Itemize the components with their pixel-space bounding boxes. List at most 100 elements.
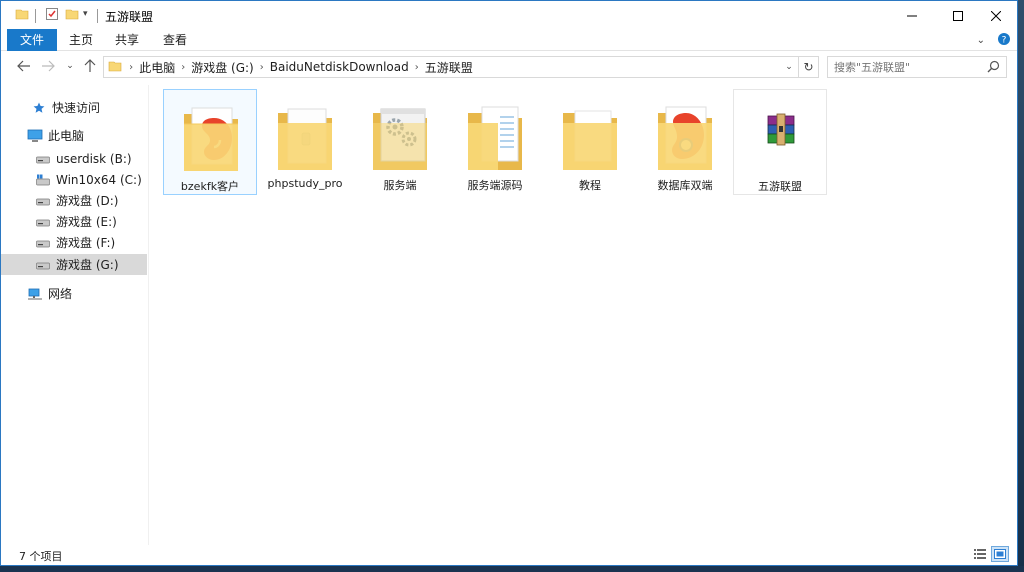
network-icon [27, 286, 43, 302]
properties-icon[interactable] [45, 7, 59, 24]
file-name: 数据库双端 [657, 179, 713, 192]
file-name: bzekfk客户 [180, 180, 240, 193]
nav-quick-access[interactable]: 快速访问 [1, 97, 147, 118]
drive-icon [35, 214, 51, 230]
nav-this-pc[interactable]: 此电脑 [1, 125, 147, 146]
folder-gear-icon [373, 108, 427, 170]
back-button[interactable] [15, 57, 33, 75]
file-item[interactable]: 数据库双端 [638, 89, 732, 195]
forward-arrow-icon [42, 60, 55, 72]
nav-drive-g[interactable]: 游戏盘 (G:) [1, 254, 147, 275]
navigation-pane: 快速访问 此电脑 userdisk (B:) Win10x64 (C:) 游戏盘… [1, 85, 149, 545]
folder-icon [563, 110, 617, 170]
tab-view[interactable]: 查看 [155, 29, 195, 51]
tab-home[interactable]: 主页 [61, 29, 101, 51]
maximize-icon [953, 11, 963, 21]
explorer-window: ▾ 五游联盟 文件 主页 共享 查看 ⌄ ? ⌄ › 此电脑 › 游戏盘 (G:… [0, 0, 1018, 566]
file-name: phpstudy_pro [267, 177, 343, 190]
up-arrow-icon [84, 59, 96, 72]
large-icons-view-icon [994, 549, 1006, 559]
drive-icon [35, 193, 51, 209]
expand-ribbon-icon[interactable]: ⌄ [977, 35, 985, 46]
nav-label: 快速访问 [52, 101, 101, 115]
nav-drive-b[interactable]: userdisk (B:) [1, 148, 147, 169]
address-dropdown-button[interactable]: ⌄ [780, 57, 798, 77]
status-bar: 7 个项目 [1, 543, 1017, 565]
nav-label: 游戏盘 (F:) [56, 236, 116, 250]
file-name: 教程 [579, 179, 601, 192]
up-button[interactable] [81, 57, 99, 75]
file-name: 服务端源码 [467, 179, 523, 192]
nav-label: 游戏盘 (G:) [56, 258, 119, 272]
ribbon-tabs: 文件 主页 共享 查看 ⌄ ? [1, 29, 1017, 51]
close-button[interactable] [973, 1, 1019, 31]
folder-app-icon [184, 107, 238, 171]
back-arrow-icon [17, 60, 30, 72]
refresh-button[interactable]: ↻ [798, 57, 818, 77]
folder-files-icon [468, 106, 522, 170]
svg-text:?: ? [1002, 36, 1007, 46]
file-item[interactable]: 服务端源码 [448, 89, 542, 195]
nav-drive-f[interactable]: 游戏盘 (F:) [1, 232, 147, 253]
nav-network[interactable]: 网络 [1, 283, 147, 304]
folder-app-icon [658, 106, 712, 170]
breadcrumb-baidunetdisk[interactable]: BaiduNetdiskDownload [264, 60, 415, 74]
file-name: 服务端 [383, 179, 417, 192]
search-input[interactable] [828, 60, 978, 74]
file-item[interactable]: 教程 [543, 89, 637, 195]
nav-drive-d[interactable]: 游戏盘 (D:) [1, 190, 147, 211]
folder-icon [15, 7, 29, 24]
file-list: bzekfk客户 phpstudy_pro 服务端 服务端源码 教程 数据库双端… [161, 89, 1011, 539]
star-icon [31, 100, 47, 116]
new-folder-icon[interactable] [65, 7, 79, 24]
search-icon[interactable] [987, 60, 1000, 76]
navigation-bar: ⌄ › 此电脑 › 游戏盘 (G:) › BaiduNetdiskDownloa… [1, 53, 1017, 81]
nav-label: userdisk (B:) [56, 151, 132, 166]
details-view-icon [974, 549, 986, 559]
chevron-right-icon: › [126, 61, 134, 73]
folder-document-icon [278, 108, 332, 170]
nav-label: 游戏盘 (E:) [56, 215, 117, 229]
minimize-icon [907, 15, 917, 17]
breadcrumb-current[interactable]: 五游联盟 [419, 59, 479, 76]
close-icon [991, 11, 1001, 21]
drive-icon [35, 257, 51, 273]
file-item[interactable]: 五游联盟 [733, 89, 827, 195]
desktop-background [1018, 0, 1024, 572]
breadcrumb-drive-g[interactable]: 游戏盘 (G:) [185, 59, 260, 76]
breadcrumb-this-pc[interactable]: 此电脑 [133, 59, 181, 76]
customize-quick-access-icon[interactable]: ▾ [83, 9, 88, 19]
search-box[interactable] [827, 56, 1007, 78]
breadcrumb: › 此电脑 › 游戏盘 (G:) › BaiduNetdiskDownload … [122, 57, 479, 77]
chevron-down-icon: ⌄ [66, 61, 74, 71]
address-bar[interactable]: › 此电脑 › 游戏盘 (G:) › BaiduNetdiskDownload … [103, 56, 819, 78]
file-item[interactable]: bzekfk客户 [163, 89, 257, 195]
nav-label: 游戏盘 (D:) [56, 194, 119, 208]
help-icon[interactable]: ? [997, 32, 1011, 49]
nav-drive-e[interactable]: 游戏盘 (E:) [1, 211, 147, 232]
forward-button[interactable] [39, 57, 57, 75]
title-bar: ▾ 五游联盟 [1, 1, 1017, 31]
tab-file[interactable]: 文件 [7, 29, 57, 51]
minimize-button[interactable] [889, 1, 935, 31]
recent-locations-button[interactable]: ⌄ [61, 57, 79, 75]
item-count: 7 个项目 [19, 550, 63, 563]
nav-label: 此电脑 [48, 129, 85, 143]
computer-icon [27, 128, 43, 144]
nav-drive-c[interactable]: Win10x64 (C:) [1, 169, 147, 190]
tab-share[interactable]: 共享 [107, 29, 147, 51]
folder-icon [108, 59, 122, 76]
file-name: 五游联盟 [758, 180, 802, 193]
large-icons-view-button[interactable] [991, 546, 1009, 562]
drive-icon [35, 151, 51, 167]
details-view-button[interactable] [971, 546, 989, 562]
file-item[interactable]: 服务端 [353, 89, 447, 195]
desktop-background [0, 566, 1024, 572]
drive-icon [35, 235, 51, 251]
system-drive-icon [35, 172, 51, 188]
window-title: 五游联盟 [105, 10, 154, 24]
refresh-icon: ↻ [803, 60, 814, 74]
file-item[interactable]: phpstudy_pro [258, 89, 352, 195]
winrar-archive-icon [767, 113, 795, 146]
nav-label: Win10x64 (C:) [56, 172, 142, 187]
